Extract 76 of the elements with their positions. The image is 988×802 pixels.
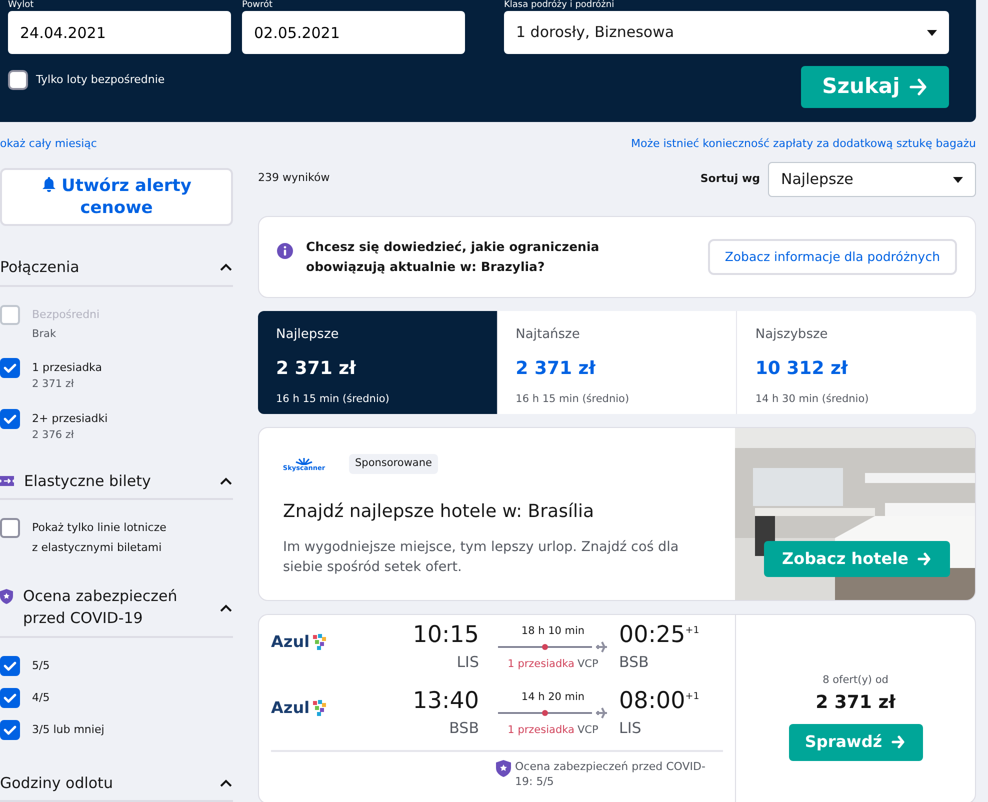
sort-label: Sortuj wg	[700, 171, 760, 188]
date-field[interactable]: 02.05.2021	[242, 11, 465, 54]
ticket-icon	[0, 475, 14, 487]
option-label: Pokaż tylko linie lotnicze z elastycznymi biletami	[32, 520, 168, 556]
option-label: 2+ przesiadki	[32, 411, 108, 427]
section-title: Połączenia	[0, 257, 80, 278]
option-label: 5/5	[32, 658, 50, 674]
airline-logo-icon	[312, 634, 326, 650]
section-title: Elastyczne bilety	[24, 470, 151, 492]
stops-text: 1 przesiadka	[508, 724, 574, 736]
sponsored-badge: Sponsorowane	[349, 454, 438, 474]
day-offset: +1	[685, 690, 700, 704]
info-icon	[277, 243, 293, 259]
bell-icon	[42, 176, 56, 192]
field-label: Powrót	[242, 0, 274, 11]
caret-icon	[927, 30, 937, 36]
option-price: 2 371 zł	[32, 377, 75, 392]
arrow-icon	[916, 551, 932, 567]
shield-icon	[0, 589, 13, 604]
sort-tab[interactable]: Najtańsze 2 371 zł 16 h 15 min (średnio)	[496, 311, 736, 414]
ad-title: Znajdź najlepsze hotele w: Brasília	[283, 500, 595, 524]
sunburst-icon	[295, 456, 313, 465]
stops-text: 1 przesiadka	[508, 658, 574, 670]
via-airport: VCP	[577, 658, 598, 670]
traveller-info-button[interactable]: Zobacz informacje dla podróżnych	[708, 238, 957, 276]
info-text: Chcesz się dowiedzieć, jakie ograniczenia obowiązują aktualnie w: Brazylia?	[306, 238, 600, 276]
via-airport: VCP	[577, 724, 598, 736]
arrow-icon	[908, 77, 928, 97]
airport-code: BSB	[619, 652, 650, 673]
result-count: 239 wyników	[258, 170, 330, 186]
arrival-time: 08:00	[619, 690, 686, 713]
departure-time: 13:40	[412, 690, 479, 713]
flight-price: 2 371 zł	[816, 690, 896, 715]
checkbox[interactable]	[8, 70, 28, 90]
baggage-link[interactable]: Może istnieć konieczność zapłaty za dodatkową sztukę bagażu	[630, 136, 976, 160]
checkbox[interactable]	[0, 518, 20, 538]
travellers-dropdown[interactable]: 1 dorosły, Biznesowa	[504, 11, 949, 54]
option-price: 2 376 zł	[32, 428, 75, 443]
airport-code: BSB	[449, 718, 479, 739]
field-label: Wylot	[8, 0, 35, 11]
arrow-icon	[890, 734, 906, 750]
covid-rating: Ocena zabezpieczeń przed COVID-19: 5/5	[515, 760, 706, 790]
section-title: Ocena zabezpieczeń przed COVID-19	[23, 586, 178, 629]
day-offset: +1	[685, 624, 700, 638]
arrival-time: 00:25	[619, 624, 686, 647]
month-link[interactable]: okaż cały miesiąc	[0, 136, 97, 160]
option-label: Bezpośredni	[32, 306, 100, 322]
checkbox[interactable]	[0, 688, 20, 708]
option-label: 1 przesiadka	[32, 360, 102, 376]
airline-name: Azul	[271, 631, 310, 653]
option-label: 4/5	[32, 690, 50, 706]
checkbox[interactable]	[0, 409, 20, 429]
airline-logo-icon	[312, 700, 326, 716]
option-price: Brak	[32, 326, 58, 342]
flight-duration: 14 h 20 min	[521, 690, 585, 705]
shield-icon	[496, 760, 511, 777]
field-label: Klasa podróży i podróżni	[504, 0, 616, 11]
checkbox-label: Tylko loty bezpośrednie	[36, 72, 165, 88]
ad-text: Im wygodniejsze miejsce, tym lepszy urlop. Znajdź coś dla siebie spośród setek ofert.	[283, 538, 680, 577]
date-field[interactable]: 24.04.2021	[8, 11, 231, 54]
checkbox[interactable]	[0, 720, 20, 740]
sort-dropdown[interactable]: Najlepsze	[768, 162, 976, 197]
airport-code: LIS	[456, 652, 479, 673]
sort-tab[interactable]: Najlepsze 2 371 zł 16 h 15 min (średnio)	[258, 311, 497, 414]
option-label: 3/5 lub mniej	[32, 722, 104, 738]
section-title: Godziny odlotu	[0, 772, 113, 794]
checkbox[interactable]	[0, 656, 20, 676]
flight-duration: 18 h 10 min	[521, 624, 585, 639]
checkbox[interactable]	[0, 358, 20, 378]
offers-count: 8 ofert(y) od	[822, 673, 888, 688]
caret-icon	[953, 176, 963, 182]
airport-code: LIS	[619, 718, 642, 739]
sort-tab[interactable]: Najszybsze 10 312 zł 14 h 30 min (średnio)	[736, 311, 976, 414]
airline-name: Azul	[271, 697, 310, 719]
price-alert-button[interactable]: Utwórz alerty cenowe	[0, 168, 233, 226]
departure-time: 10:15	[412, 624, 479, 647]
